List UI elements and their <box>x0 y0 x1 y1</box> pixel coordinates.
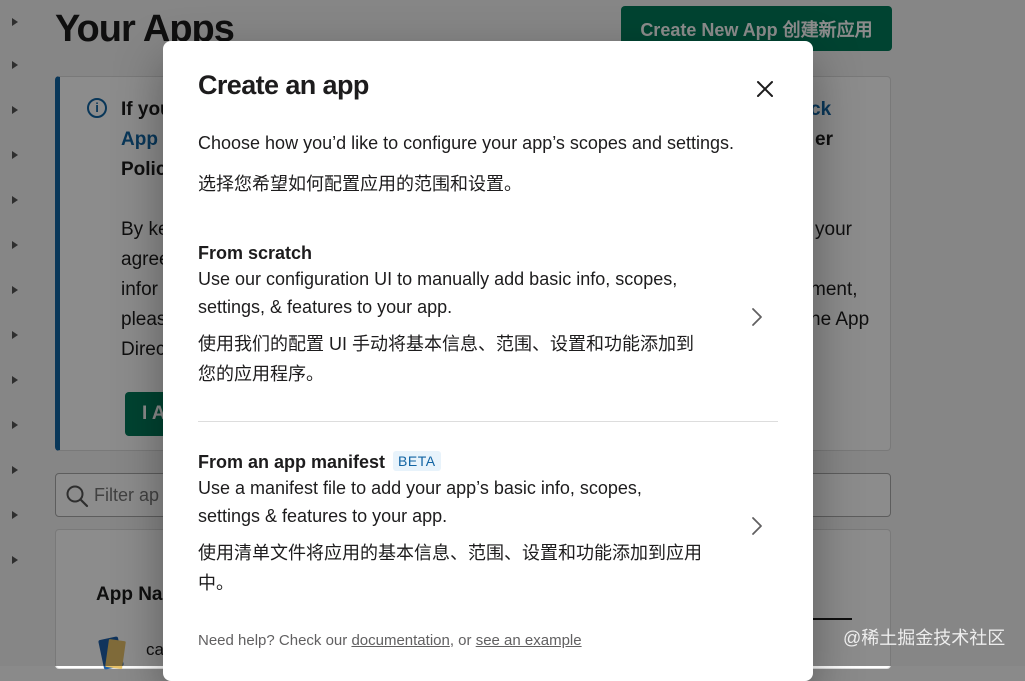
chevron-right-icon <box>752 517 762 535</box>
close-button[interactable] <box>750 74 780 104</box>
help-prefix: Need help? Check our <box>198 632 352 649</box>
option-from-manifest[interactable]: From an app manifest BETA Use a manifest … <box>198 450 778 600</box>
option-divider <box>198 421 778 422</box>
see-example-link[interactable]: see an example <box>476 632 582 649</box>
option-title: From scratch <box>198 243 313 263</box>
create-app-modal: Create an app Choose how you’d like to c… <box>163 41 813 681</box>
option-description-zh: 使用清单文件将应用的基本信息、范围、设置和功能添加到应用中。 <box>198 543 702 593</box>
chevron-right-icon <box>752 308 762 326</box>
modal-title: Create an app <box>198 70 369 100</box>
option-from-scratch[interactable]: From scratch Use our configuration UI to… <box>198 241 778 391</box>
modal-description-zh: 选择您希望如何配置应用的范围和设置。 <box>198 174 522 194</box>
help-text: Need help? Check our documentation, or s… <box>198 632 582 649</box>
option-description-zh: 使用我们的配置 UI 手动将基本信息、范围、设置和功能添加到您的应用程序。 <box>198 334 694 384</box>
beta-badge: BETA <box>393 451 441 471</box>
option-title-text: From an app manifest <box>198 452 386 472</box>
option-description: Use a manifest file to add your app’s ba… <box>198 478 642 526</box>
modal-description: Choose how you’d like to configure your … <box>198 133 734 153</box>
option-title: From an app manifest BETA <box>198 450 778 474</box>
help-middle: , or <box>449 632 476 649</box>
close-icon <box>757 81 773 97</box>
watermark: @稀土掘金技术社区 <box>843 628 1006 648</box>
documentation-link[interactable]: documentation <box>351 632 449 649</box>
option-description: Use our configuration UI to manually add… <box>198 269 678 317</box>
